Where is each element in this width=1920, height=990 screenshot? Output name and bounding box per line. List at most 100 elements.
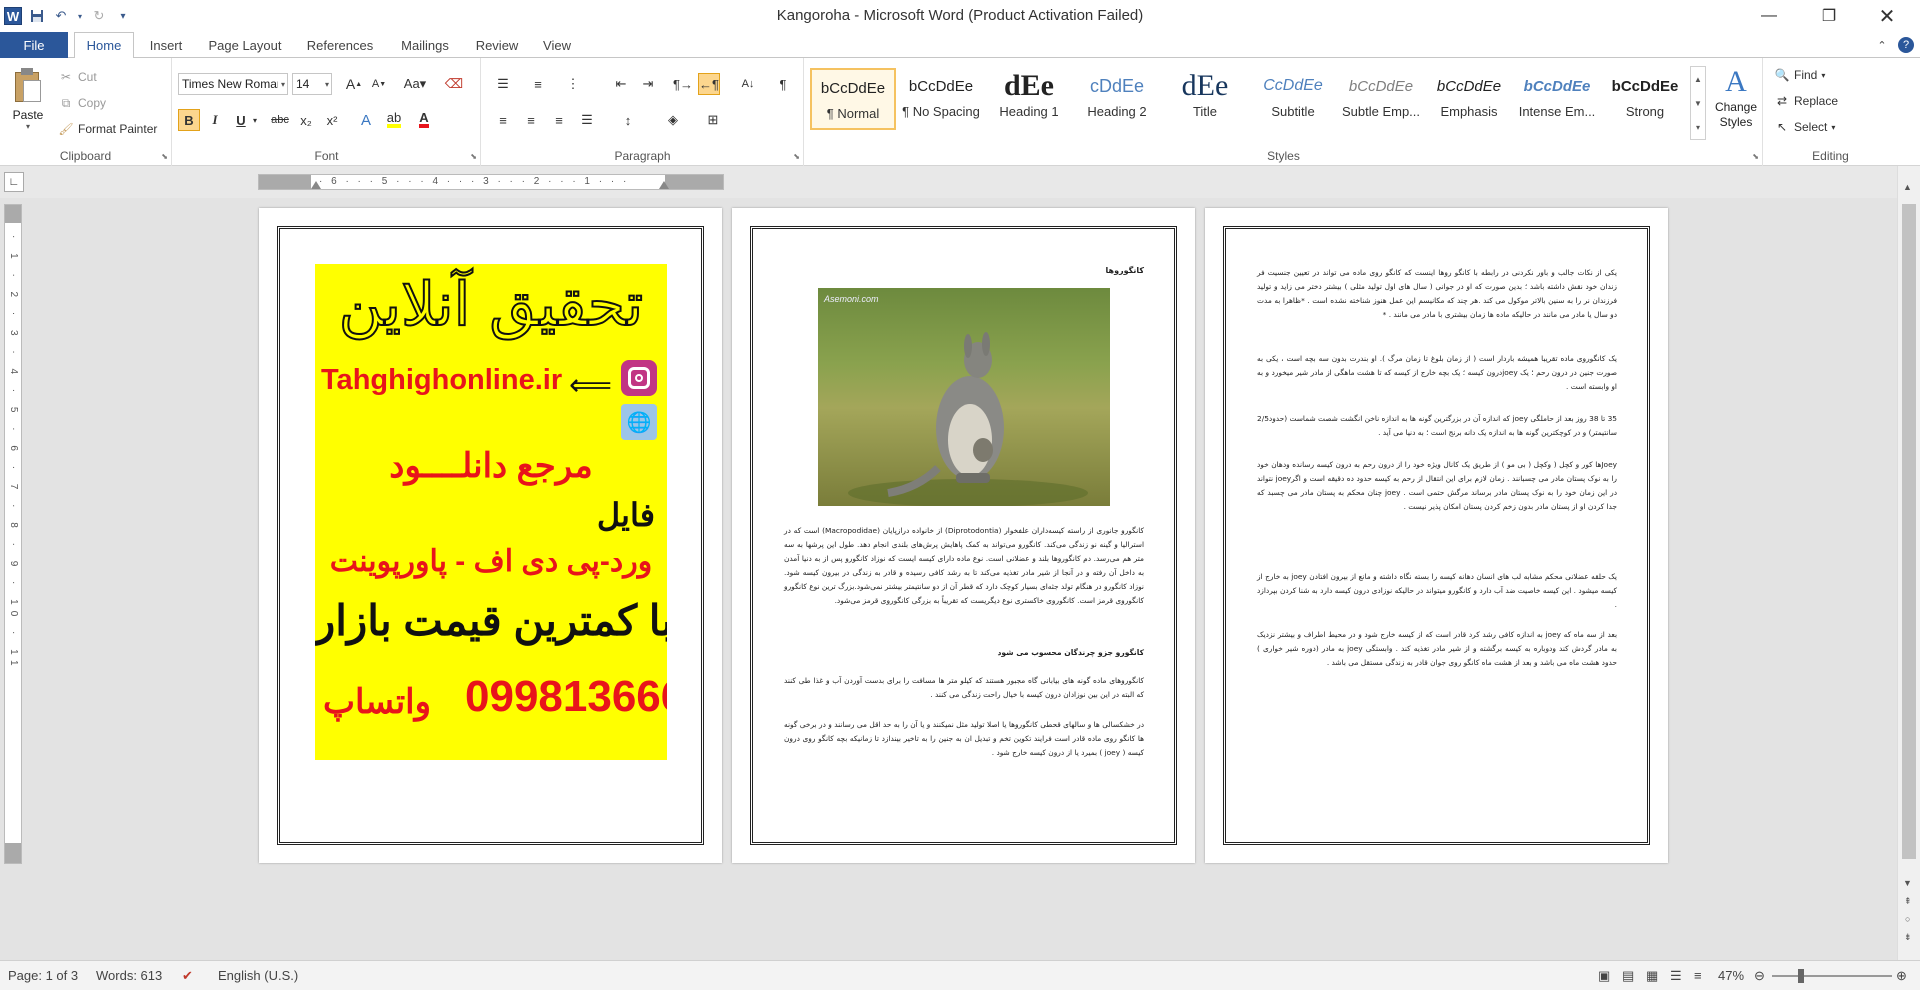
superscript-button[interactable]: x² [321,109,343,131]
style-title[interactable]: dEe Title [1162,68,1248,130]
underline-dropdown-icon[interactable]: ▾ [249,109,261,131]
shading-icon[interactable]: ◈ [662,109,684,131]
word-count[interactable]: Words: 613 [96,968,162,983]
undo-icon[interactable]: ↶ [52,7,70,25]
font-size-combo[interactable]: 14 ▾ [292,73,332,95]
tab-insert[interactable]: Insert [140,32,192,58]
tab-page-layout[interactable]: Page Layout [200,32,290,58]
increase-indent-icon[interactable]: ⇥ [637,73,659,95]
highlight-button[interactable]: ab [383,109,405,131]
zoom-in-icon[interactable]: ⊕ [1896,968,1907,984]
subscript-button[interactable]: x₂ [295,109,317,131]
style-strong[interactable]: bCcDdEe Strong [1602,68,1688,130]
redo-icon[interactable]: ↻ [90,7,108,25]
horizontal-ruler[interactable]: · 6 · · · 5 · · · 4 · · · 3 · · · 2 · · … [258,174,724,190]
outline-icon[interactable]: ☰ [1670,968,1682,984]
clear-formatting-button[interactable]: ⌫ [443,73,465,95]
format-painter-button[interactable]: 🖌 Format Painter [58,118,157,140]
tab-home[interactable]: Home [74,32,134,59]
save-icon[interactable] [28,7,46,25]
shrink-font-button[interactable]: A ▼ [368,73,390,95]
indent-marker-icon[interactable] [311,181,321,189]
next-page-icon[interactable]: ⇟ [1904,932,1912,943]
sort-icon[interactable]: A↓ [737,73,759,95]
grow-font-button[interactable]: A ▲ [343,73,365,95]
style-intense-emphasis[interactable]: bCcDdEe Intense Em... [1514,68,1600,130]
restore-button[interactable]: ❐ [1806,0,1852,32]
tab-mailings[interactable]: Mailings [390,32,460,58]
align-center-icon[interactable]: ≡ [520,109,542,131]
change-styles-button[interactable]: A Change Styles [1712,64,1760,146]
style-heading-1[interactable]: dEe Heading 1 [986,68,1072,130]
tab-view[interactable]: View [532,32,582,58]
line-spacing-icon[interactable]: ↕ [617,109,639,131]
select-button[interactable]: ↖ Select ▾ [1774,116,1835,138]
minimize-button[interactable]: — [1746,0,1792,32]
change-case-button[interactable]: Aa▾ [401,73,429,95]
language-indicator[interactable]: English (U.S.) [218,968,298,983]
zoom-out-icon[interactable]: ⊖ [1754,968,1765,984]
page-1[interactable]: تحقیق آنلاین Tahghighonline.ir ⟸ 🌐 مرجع … [259,208,722,863]
font-launcher-icon[interactable]: ⬊ [470,152,477,161]
decrease-indent-icon[interactable]: ⇤ [610,73,632,95]
style-no-spacing[interactable]: bCcDdEe ¶ No Spacing [898,68,984,130]
scrollbar-thumb[interactable] [1902,204,1916,859]
text-effects-button[interactable]: A [355,109,377,131]
align-left-icon[interactable]: ≡ [492,109,514,131]
print-layout-icon[interactable]: ▣ [1598,968,1610,984]
align-right-icon[interactable]: ≡ [548,109,570,131]
tab-references[interactable]: References [298,32,382,58]
chevron-down-icon[interactable]: ▼ [1694,99,1702,108]
page-2[interactable]: کانگوروها Asemoni.com کانگورو جانوری از … [732,208,1195,863]
page-indicator[interactable]: Page: 1 of 3 [8,968,78,983]
paste-button[interactable]: Paste ▾ [8,64,48,142]
italic-button[interactable]: I [204,109,226,131]
web-layout-icon[interactable]: ▦ [1646,968,1658,984]
tab-file[interactable]: File [0,32,68,58]
full-screen-reading-icon[interactable]: ▤ [1622,968,1634,984]
page-3[interactable]: یکی از نکات جالب و باور نکردنی در رابطه … [1205,208,1668,863]
font-color-button[interactable]: A [413,109,435,131]
style-subtle-emphasis[interactable]: bCcDdEe Subtle Emp... [1338,68,1424,130]
style-normal[interactable]: bCcDdEe ¶ Normal [810,68,896,130]
cut-button[interactable]: ✂ Cut [58,66,97,88]
multilevel-list-icon[interactable]: ⋮ [562,73,584,95]
paste-dropdown-icon[interactable]: ▾ [8,122,48,131]
scroll-up-icon[interactable]: ▲ [1903,182,1912,192]
tab-selector-button[interactable]: ∟ [4,172,24,192]
style-subtitle[interactable]: CcDdEe Subtitle [1250,68,1336,130]
scroll-down-icon[interactable]: ▼ [1903,878,1912,888]
numbering-icon[interactable]: ≡ [527,73,549,95]
gallery-more-icon[interactable]: ▾ [1696,123,1700,132]
copy-button[interactable]: ⧉ Copy [58,92,106,114]
draft-icon[interactable]: ≡ [1694,968,1702,983]
font-name-combo[interactable]: Times New Roman ▾ [178,73,288,95]
word-app-icon[interactable]: W [4,7,22,25]
zoom-slider-thumb[interactable] [1798,969,1804,983]
zoom-level[interactable]: 47% [1718,968,1744,983]
proofing-icon[interactable]: ✔︎ [182,968,193,984]
tab-review[interactable]: Review [468,32,526,58]
customize-qat-icon[interactable]: ▾ [114,7,132,25]
paragraph-launcher-icon[interactable]: ⬊ [793,152,800,161]
minimize-ribbon-icon[interactable]: ⌃ [1872,32,1892,58]
rtl-direction-icon[interactable]: ←¶ [698,73,720,95]
styles-gallery-scroll[interactable]: ▲ ▼ ▾ [1690,66,1706,140]
vertical-scrollbar[interactable]: ▲ ▼ ⇞ ○ ⇟ [1897,166,1920,960]
clipboard-launcher-icon[interactable]: ⬊ [161,152,168,161]
document-area[interactable]: · 1 · 2 · 3 · 4 · 5 · 6 · 7 · 8 · 9 · 10… [0,198,1920,960]
bold-button[interactable]: B [178,109,200,131]
justify-icon[interactable]: ☰ [576,109,598,131]
zoom-slider[interactable] [1772,969,1892,983]
style-heading-2[interactable]: cDdEe Heading 2 [1074,68,1160,130]
right-indent-marker-icon[interactable] [659,181,669,189]
bullets-icon[interactable]: ☰ [492,73,514,95]
styles-launcher-icon[interactable]: ⬊ [1752,152,1759,161]
style-emphasis[interactable]: bCcDdEe Emphasis [1426,68,1512,130]
previous-page-icon[interactable]: ⇞ [1904,896,1912,907]
browse-object-icon[interactable]: ○ [1905,914,1910,924]
undo-dropdown-icon[interactable]: ▾ [76,7,84,25]
replace-button[interactable]: ⇄ Replace [1774,90,1838,112]
chevron-up-icon[interactable]: ▲ [1694,75,1702,84]
borders-icon[interactable]: ⊞ [702,109,724,131]
